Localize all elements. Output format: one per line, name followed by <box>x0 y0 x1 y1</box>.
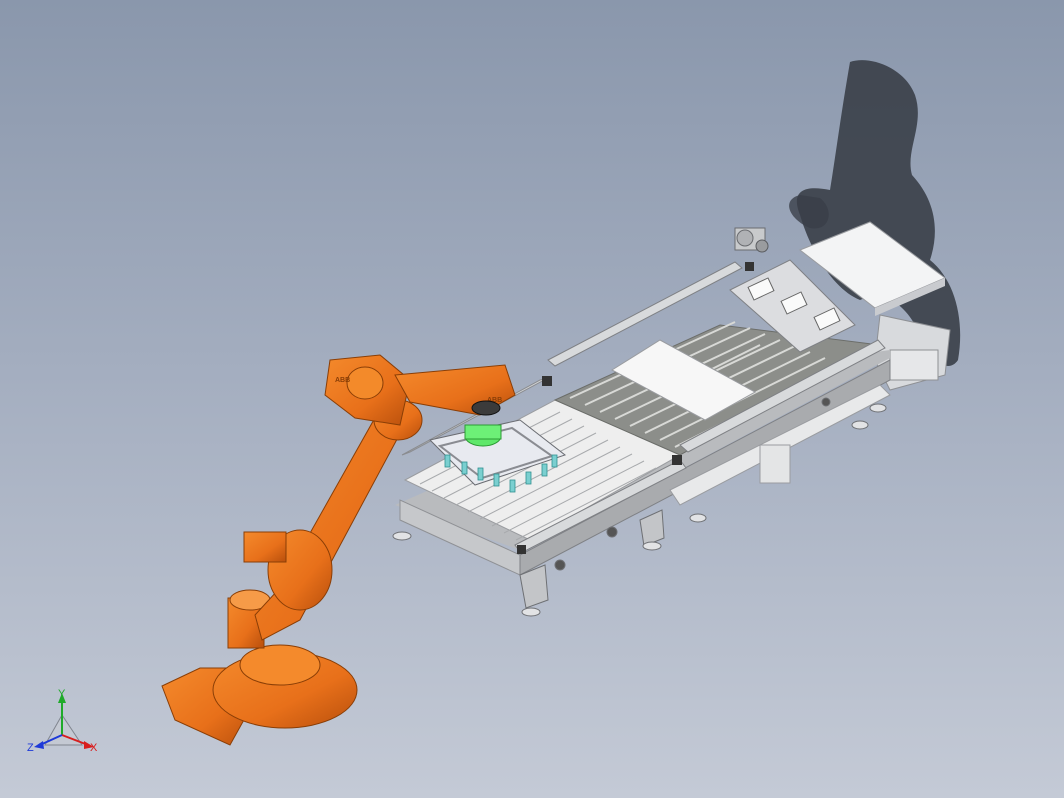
z-axis-arrowhead-icon <box>34 741 44 749</box>
robot-wrist-flange <box>471 400 501 416</box>
y-axis-label: Y <box>58 688 66 700</box>
coordinate-triad: Y X Z <box>27 688 98 754</box>
cad-viewport[interactable]: ABB ABB Y X Z <box>0 0 1064 798</box>
z-axis-label: Z <box>27 742 34 754</box>
robot-shoulder-motor <box>243 531 287 563</box>
robot-brand-upper: ABB <box>335 377 350 384</box>
abb-robot[interactable]: ABB ABB <box>161 354 516 746</box>
cad-scene[interactable]: ABB ABB Y X Z <box>0 0 1064 798</box>
conveyor-assembly[interactable] <box>392 221 951 617</box>
x-axis-label: X <box>90 742 98 754</box>
